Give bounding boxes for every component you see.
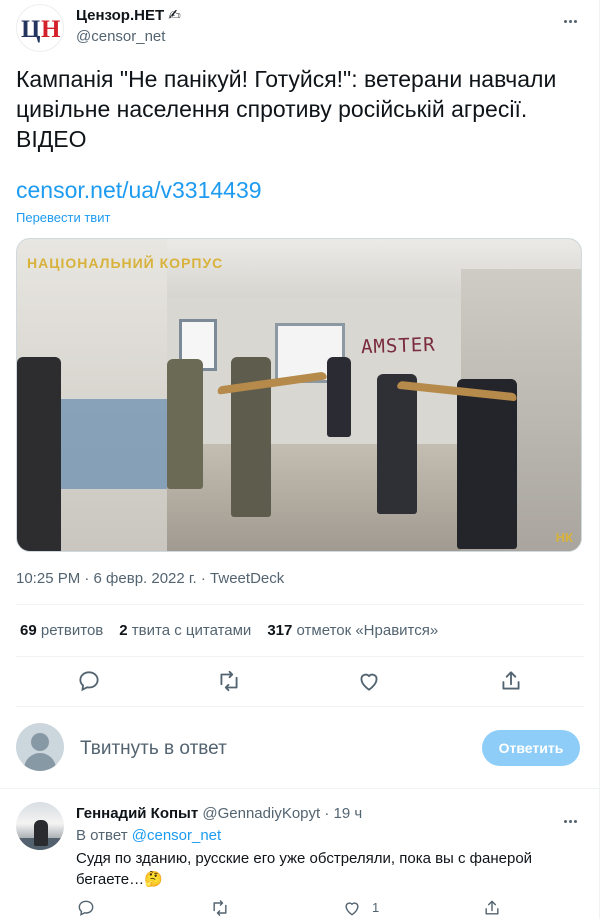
tweet-header: Ц Н Цензор.НЕТ ✍ @censor_net xyxy=(16,4,584,52)
reply-composer: Твитнуть в ответ Ответить xyxy=(16,720,584,776)
like-icon[interactable] xyxy=(342,898,362,918)
user-avatar xyxy=(16,723,64,771)
share-icon[interactable] xyxy=(498,668,524,694)
video-person xyxy=(377,374,417,514)
tweet-stats: 69 ретвитов 2 твита с цитатами 317 отметок… xyxy=(20,622,438,639)
reply-input[interactable]: Твитнуть в ответ xyxy=(80,738,227,760)
logo-letter-1: Ц xyxy=(21,16,40,43)
like-count: 1 xyxy=(372,900,380,915)
comment-actions: 1 xyxy=(76,898,536,919)
video-watermark-corner: НК xyxy=(555,530,573,545)
author-avatar[interactable]: Ц Н xyxy=(16,4,64,52)
retweets-stat[interactable]: 69 ретвитов xyxy=(20,622,103,639)
comment-time[interactable]: · 19 ч xyxy=(324,805,362,822)
translate-link[interactable]: Перевести твит xyxy=(16,210,110,225)
tweet-page: Ц Н Цензор.НЕТ ✍ @censor_net Кампанія "Н… xyxy=(0,0,600,919)
retweet-icon[interactable] xyxy=(210,898,230,918)
divider xyxy=(16,604,584,605)
reply-tweet[interactable]: Геннадий Копыт @GennadiyKopyt · 19 ч В о… xyxy=(16,798,584,918)
divider xyxy=(16,656,584,657)
retweet-icon[interactable] xyxy=(216,668,242,694)
divider xyxy=(16,706,584,707)
reply-button[interactable]: Ответить xyxy=(482,730,580,766)
video-watermark: НАЦІОНАЛЬНИЙ КОРПУС xyxy=(27,255,224,271)
video-person xyxy=(457,379,517,549)
tweet-link[interactable]: censor.net/ua/v3314439 xyxy=(16,177,262,204)
author-name[interactable]: Цензор.НЕТ ✍ xyxy=(76,6,181,24)
tweet-timestamp[interactable]: 10:25 PM · 6 февр. 2022 г. · TweetDeck xyxy=(16,570,284,587)
like-icon[interactable] xyxy=(356,668,382,694)
author-handle[interactable]: @censor_net xyxy=(76,28,165,45)
share-icon[interactable] xyxy=(482,898,502,918)
reply-icon[interactable] xyxy=(76,668,102,694)
quotes-stat[interactable]: 2 твита с цитатами xyxy=(119,622,251,639)
reply-to-handle[interactable]: @censor_net xyxy=(132,827,221,844)
commenter-avatar[interactable] xyxy=(16,802,64,850)
more-options-icon[interactable] xyxy=(564,810,584,823)
commenter-handle[interactable]: @GennadiyKopyt xyxy=(202,805,320,822)
video-person xyxy=(327,357,351,437)
video-graffiti: AMSTER xyxy=(360,333,437,359)
logo-letter-2: Н xyxy=(41,16,61,43)
commenter-header: Геннадий Копыт @GennadiyKopyt · 19 ч xyxy=(76,805,362,822)
reply-to-line: В ответ @censor_net xyxy=(76,827,221,844)
tweet-video[interactable]: AMSTER НАЦІОНАЛЬНИЙ КОРПУС НК xyxy=(16,238,582,552)
divider xyxy=(0,788,600,789)
tweet-actions xyxy=(16,664,584,698)
commenter-name[interactable]: Геннадий Копыт xyxy=(76,805,198,822)
video-person xyxy=(17,357,61,551)
reply-icon[interactable] xyxy=(76,898,96,918)
comment-text: Судя по зданию, русские его уже обстреля… xyxy=(76,850,533,888)
more-options-icon[interactable] xyxy=(564,10,584,24)
tweet-text: Кампанія "Не панікуй! Готуйся!": ветеран… xyxy=(16,66,557,152)
reply-to-prefix: В ответ xyxy=(76,827,128,844)
likes-stat[interactable]: 317 отметок «Нравится» xyxy=(267,622,438,639)
video-person xyxy=(167,359,203,489)
